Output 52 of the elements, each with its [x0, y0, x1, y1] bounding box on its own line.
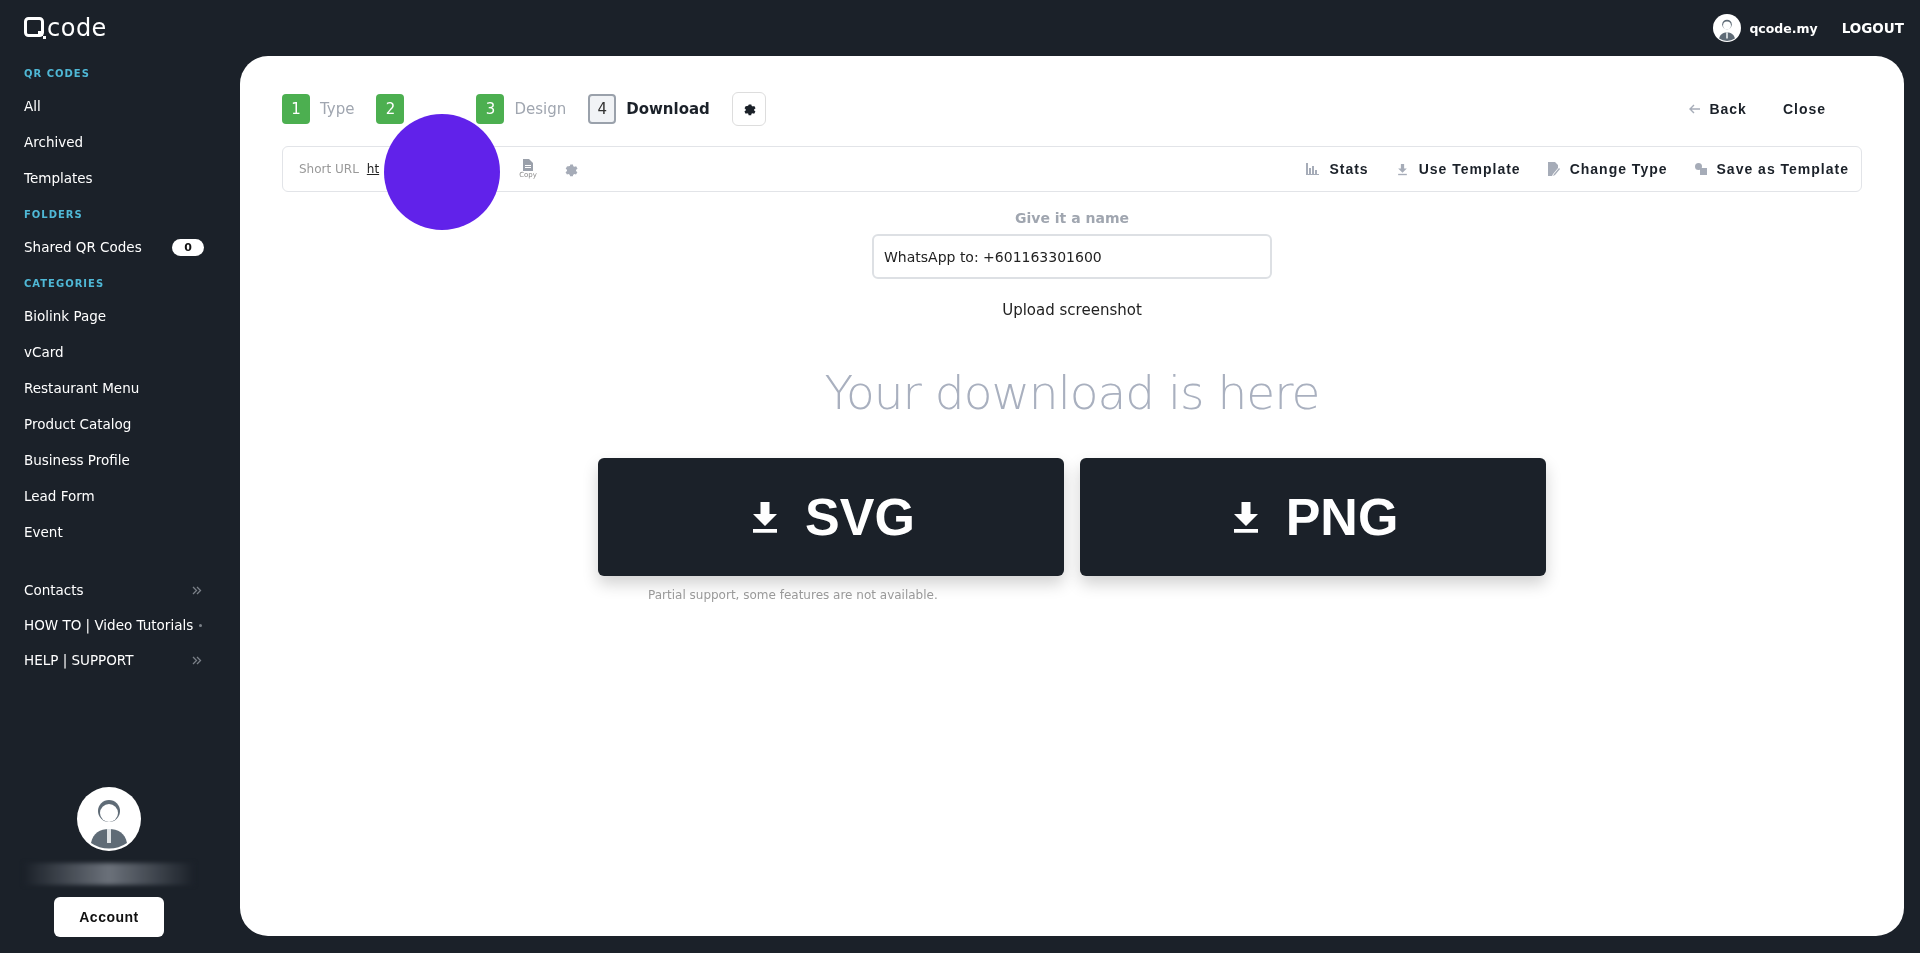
user-name[interactable]: qcode.my [1749, 20, 1818, 36]
avatar-icon [77, 787, 141, 851]
double-chevron-icon [192, 585, 202, 595]
shapes-icon [1694, 163, 1707, 175]
sidebar-link[interactable]: HOW TO | Video Tutorials [24, 617, 194, 633]
sidebar-item[interactable]: Event [24, 524, 63, 540]
name-input[interactable]: WhatsApp to: +601163301600 [872, 234, 1272, 279]
logout-link[interactable]: LOGOUT [1841, 20, 1904, 36]
headline: Your download is here [824, 365, 1320, 420]
section-heading: CATEGORIES [24, 278, 106, 289]
section-heading: FOLDERS [24, 209, 84, 220]
pen-file-icon [1547, 162, 1560, 176]
upload-screenshot-link[interactable]: Upload screenshot [1002, 301, 1142, 319]
sidebar-item[interactable]: Archived [24, 134, 84, 150]
sidebar-link[interactable]: HELP | SUPPORT [24, 652, 134, 668]
short-url-label: Short URL [299, 162, 359, 176]
toolbar-action[interactable]: Save as Template [1694, 161, 1849, 177]
sidebar-item[interactable]: Biolink Page [24, 308, 107, 324]
name-label: Give it a name [1015, 210, 1129, 226]
settings-icon [741, 102, 756, 116]
double-chevron-icon [192, 655, 202, 665]
dot-icon [199, 623, 202, 627]
sidebar-item[interactable]: Product Catalog [24, 416, 132, 432]
logo-text: code [47, 16, 107, 40]
bar-chart-icon [1306, 163, 1320, 175]
toolbar-action[interactable]: Stats [1306, 161, 1369, 177]
logo-icon [24, 17, 46, 39]
download-button[interactable]: SVG [598, 458, 1064, 576]
sidebar-item[interactable]: Lead Form [24, 488, 95, 504]
back-link[interactable]: Back [1689, 101, 1747, 117]
sidebar-item[interactable]: All [24, 98, 41, 114]
close-link[interactable]: Close [1782, 101, 1826, 117]
avatar-icon [1713, 14, 1742, 42]
download-icon [1395, 162, 1409, 176]
document-icon [523, 159, 533, 171]
section-heading: QR CODES [24, 68, 91, 79]
count-badge: 0 [172, 238, 204, 256]
sidebar-item[interactable]: Business Profile [24, 452, 130, 468]
toolbar-action[interactable]: Change Type [1547, 161, 1668, 177]
sidebar-item[interactable]: Shared QR Codes [24, 239, 142, 255]
sidebar-item[interactable]: Templates [24, 170, 93, 186]
account-button[interactable]: Account [54, 897, 164, 937]
settings-button[interactable] [731, 92, 766, 126]
toolbar-action[interactable]: Use Template [1395, 161, 1521, 177]
support-note: Partial support, some features are not available. [648, 588, 938, 602]
sidebar-item[interactable]: Restaurant Menu [24, 380, 140, 396]
left-arrow-icon [1689, 104, 1702, 114]
sidebar-item[interactable]: vCard [24, 344, 64, 360]
step-tab[interactable]: 4 Download [588, 94, 710, 124]
sidebar-link[interactable]: Contacts [24, 582, 84, 598]
download-button[interactable]: PNG [1080, 458, 1546, 576]
short-url-link[interactable]: ht [366, 162, 380, 176]
